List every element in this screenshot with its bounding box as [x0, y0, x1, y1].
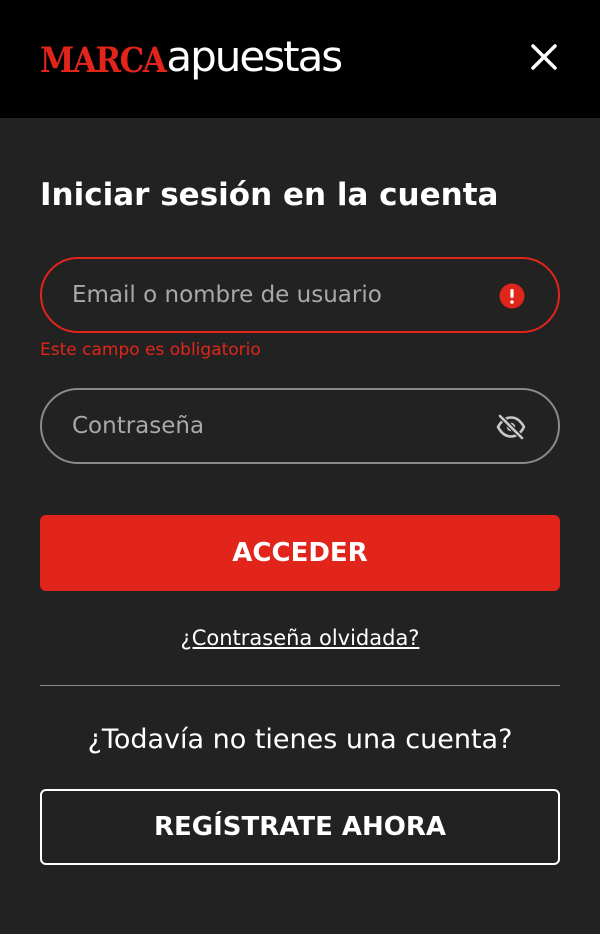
email-field-wrapper	[40, 257, 560, 333]
section-divider	[40, 685, 560, 686]
close-button[interactable]	[524, 37, 564, 77]
forgot-password-link[interactable]: ¿Contraseña olvidada?	[0, 624, 600, 652]
logo-apuestas-text: apuestas	[166, 32, 343, 81]
error-icon	[499, 283, 525, 309]
logo-marca-text: MARCA	[40, 40, 167, 82]
marca-apuestas-logo[interactable]: MARCA apuestas	[40, 32, 343, 82]
email-error-message: Este campo es obligatorio	[40, 340, 261, 360]
header-bar: MARCA apuestas	[0, 0, 600, 118]
eye-off-icon[interactable]	[496, 414, 526, 440]
password-input[interactable]	[72, 390, 472, 462]
email-input[interactable]	[72, 259, 472, 331]
password-field-wrapper	[40, 388, 560, 464]
signup-prompt: ¿Todavía no tienes una cuenta?	[87, 724, 513, 755]
login-submit-button[interactable]: ACCEDER	[40, 515, 560, 591]
close-icon	[531, 44, 557, 70]
page-title: Iniciar sesión en la cuenta	[40, 177, 499, 213]
register-button[interactable]: REGÍSTRATE AHORA	[40, 789, 560, 865]
